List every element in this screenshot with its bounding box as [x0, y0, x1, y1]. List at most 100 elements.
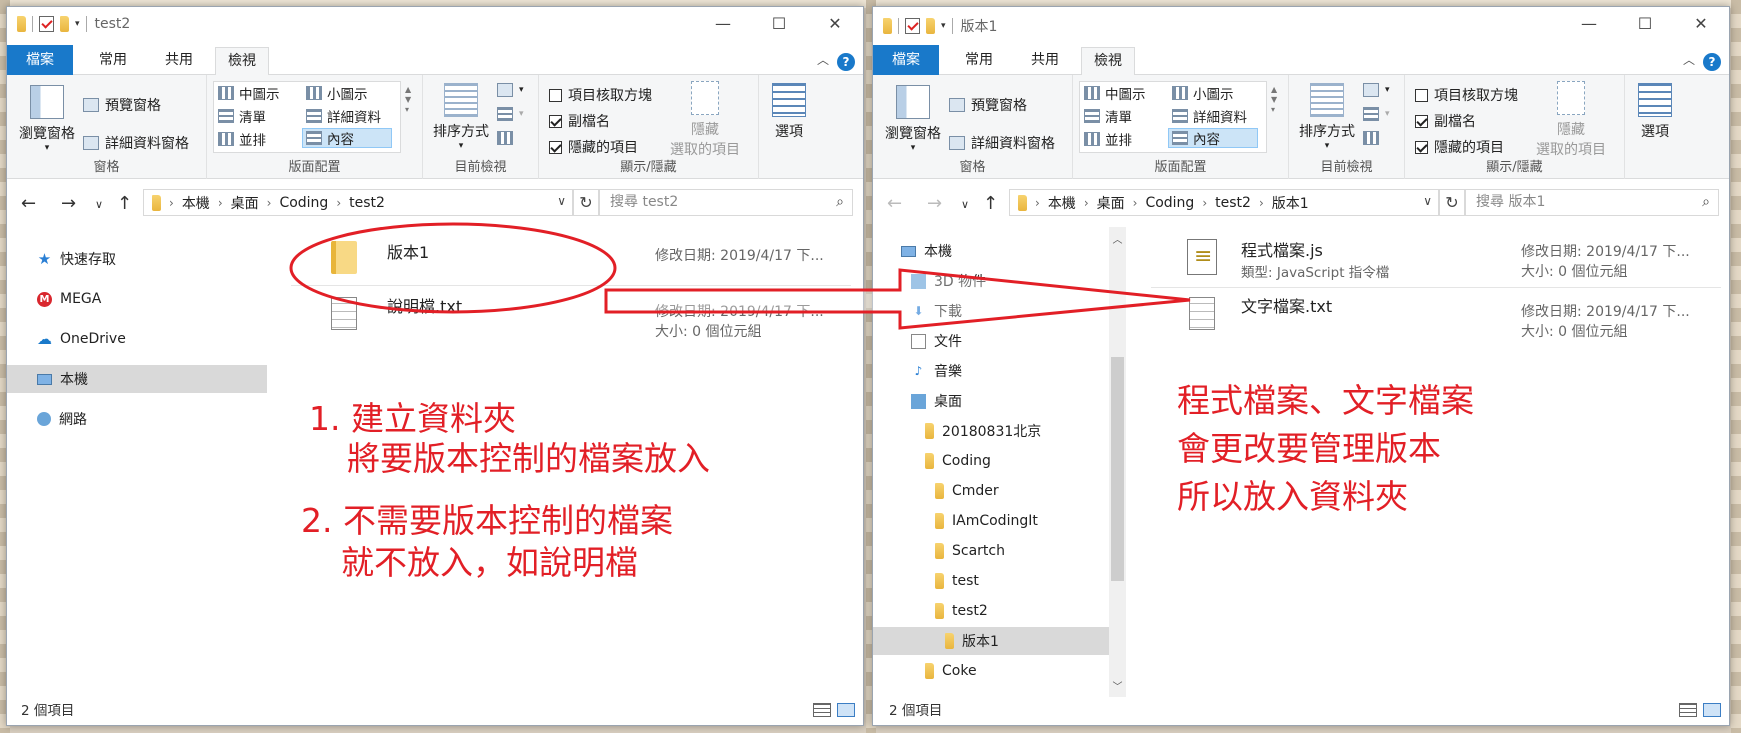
layout-list[interactable]: 清單 [215, 106, 269, 126]
tab-file[interactable]: 檔案 [7, 45, 73, 75]
layout-tiles[interactable]: 並排 [1081, 129, 1135, 149]
maximize-icon[interactable]: ☐ [751, 7, 807, 43]
tab-view[interactable]: 檢視 [215, 47, 269, 76]
details-pane-button[interactable]: 詳細資料窗格 [83, 133, 189, 153]
hidden-items-option[interactable]: 隱藏的項目 [549, 137, 638, 157]
nav-item-this-pc[interactable]: 本機 [7, 365, 267, 393]
nav-item-downloads[interactable]: ⬇ 下載 [873, 297, 1109, 325]
file-extensions-option[interactable]: 副檔名 [549, 111, 610, 131]
back-icon[interactable]: ← [21, 193, 36, 214]
breadcrumb-item[interactable]: 桌面 [231, 193, 259, 213]
collapse-ribbon-icon[interactable]: ︿ [817, 51, 829, 68]
breadcrumb-item[interactable]: 本機 [182, 193, 210, 213]
layout-content[interactable]: 內容 [1168, 128, 1258, 148]
hidden-items-checkbox[interactable] [549, 140, 562, 154]
breadcrumb-item[interactable]: test2 [349, 195, 385, 211]
maximize-icon[interactable]: ☐ [1617, 7, 1673, 43]
add-columns-button[interactable]: ▾ [497, 107, 524, 121]
forward-icon[interactable]: → [927, 193, 942, 214]
list-item[interactable]: 文字檔案.txt 修改日期: 2019/4/17 下... 大小: 0 個位元組 [1149, 293, 1729, 347]
item-checkboxes-option[interactable]: 項目核取方塊 [1415, 85, 1518, 105]
nav-item-folder[interactable]: Scartch [873, 537, 1109, 565]
options-button[interactable]: 選項 [767, 83, 811, 141]
scrollbar-thumb[interactable] [1111, 357, 1124, 581]
large-icons-view-icon[interactable] [837, 703, 855, 717]
address-dropdown-icon[interactable]: ∨ [1423, 194, 1432, 208]
nav-item-folder[interactable]: Cmder [873, 477, 1109, 505]
layout-small-icons[interactable]: 小圖示 [303, 83, 371, 103]
recent-locations-icon[interactable]: ∨ [95, 198, 103, 211]
sort-by-button[interactable]: 排序方式 ▾ [429, 83, 493, 151]
scroll-down-icon[interactable]: ﹀ [1109, 678, 1126, 693]
new-folder-icon[interactable] [926, 18, 935, 34]
refresh-button[interactable]: ↻ [573, 189, 599, 216]
nav-item-music[interactable]: ♪ 音樂 [873, 357, 1109, 385]
item-checkboxes-checkbox[interactable] [549, 88, 562, 102]
back-icon[interactable]: ← [887, 193, 902, 214]
minimize-icon[interactable]: — [1561, 7, 1617, 43]
nav-item-folder[interactable]: IAmCodingIt [873, 507, 1109, 535]
address-dropdown-icon[interactable]: ∨ [557, 194, 566, 208]
refresh-button[interactable]: ↻ [1439, 189, 1465, 216]
help-icon[interactable]: ? [1703, 53, 1721, 71]
layout-content[interactable]: 內容 [302, 128, 392, 148]
breadcrumb-item[interactable]: Coding [279, 195, 328, 211]
list-item[interactable]: 版本1 修改日期: 2019/4/17 下... [289, 235, 859, 289]
forward-icon[interactable]: → [61, 193, 76, 214]
item-checkboxes-option[interactable]: 項目核取方塊 [549, 85, 652, 105]
help-icon[interactable]: ? [837, 53, 855, 71]
up-icon[interactable]: ↑ [983, 193, 998, 214]
tab-file[interactable]: 檔案 [873, 45, 939, 75]
properties-icon[interactable] [905, 18, 920, 34]
size-columns-button[interactable] [1363, 131, 1379, 145]
layout-details[interactable]: 詳細資料 [303, 106, 384, 126]
nav-item-folder[interactable]: test [873, 567, 1109, 595]
nav-scrollbar[interactable]: ︿ ﹀ [1109, 227, 1126, 697]
scroll-up-icon[interactable]: ︿ [1109, 231, 1126, 246]
collapse-ribbon-icon[interactable]: ︿ [1683, 51, 1695, 68]
nav-item-folder-selected[interactable]: 版本1 [873, 627, 1109, 655]
layout-tiles[interactable]: 並排 [215, 129, 269, 149]
layout-medium-icons[interactable]: 中圖示 [1081, 83, 1149, 103]
navigation-pane-button[interactable]: 瀏覽窗格 ▾ [13, 85, 81, 153]
breadcrumb-item[interactable]: 本機 [1048, 193, 1076, 213]
options-button[interactable]: 選項 [1633, 83, 1677, 141]
layout-scroll-icons[interactable]: ▲ ▼ ▾ [405, 85, 411, 115]
details-view-icon[interactable] [813, 703, 831, 717]
hide-selected-button[interactable]: 隱藏 選取的項目 [1529, 81, 1613, 159]
recent-locations-icon[interactable]: ∨ [961, 198, 969, 211]
nav-item-network[interactable]: 網路 [7, 405, 267, 433]
nav-item-documents[interactable]: 文件 [873, 327, 1109, 355]
details-view-icon[interactable] [1679, 703, 1697, 717]
breadcrumb-item[interactable]: 桌面 [1097, 193, 1125, 213]
nav-item-folder[interactable]: Coke [873, 657, 1109, 685]
file-extensions-checkbox[interactable] [549, 114, 562, 128]
breadcrumb-item[interactable]: test2 [1215, 195, 1251, 211]
minimize-icon[interactable]: — [695, 7, 751, 43]
address-bar[interactable]: › 本機 › 桌面 › Coding › test2 › 版本1 ∨ [1009, 189, 1439, 216]
tab-share[interactable]: 共用 [1019, 47, 1071, 75]
tab-home[interactable]: 常用 [953, 47, 1005, 75]
tab-home[interactable]: 常用 [87, 47, 139, 75]
item-checkboxes-checkbox[interactable] [1415, 88, 1428, 102]
tab-view[interactable]: 檢視 [1081, 47, 1135, 76]
add-columns-button[interactable]: ▾ [1363, 107, 1390, 121]
file-extensions-checkbox[interactable] [1415, 114, 1428, 128]
properties-icon[interactable] [39, 16, 54, 32]
breadcrumb-item[interactable]: Coding [1145, 195, 1194, 211]
layout-medium-icons[interactable]: 中圖示 [215, 83, 283, 103]
preview-pane-button[interactable]: 預覽窗格 [949, 95, 1027, 115]
layout-small-icons[interactable]: 小圖示 [1169, 83, 1237, 103]
nav-item-folder[interactable]: test2 [873, 597, 1109, 625]
sort-by-button[interactable]: 排序方式 ▾ [1295, 83, 1359, 151]
customize-toolbar-dropdown-icon[interactable]: ▾ [941, 21, 946, 31]
up-icon[interactable]: ↑ [117, 193, 132, 214]
layout-scroll-icons[interactable]: ▲ ▼ ▾ [1271, 85, 1277, 115]
layout-list[interactable]: 清單 [1081, 106, 1135, 126]
search-input[interactable]: 搜尋 版本1 ⌕ [1465, 189, 1719, 216]
hide-selected-button[interactable]: 隱藏 選取的項目 [663, 81, 747, 159]
group-by-button[interactable]: ▾ [497, 83, 524, 97]
list-item[interactable]: 程式檔案.js 類型: JavaScript 指令檔 修改日期: 2019/4/… [1149, 235, 1729, 289]
large-icons-view-icon[interactable] [1703, 703, 1721, 717]
address-bar[interactable]: › 本機 › 桌面 › Coding › test2 ∨ [143, 189, 573, 216]
